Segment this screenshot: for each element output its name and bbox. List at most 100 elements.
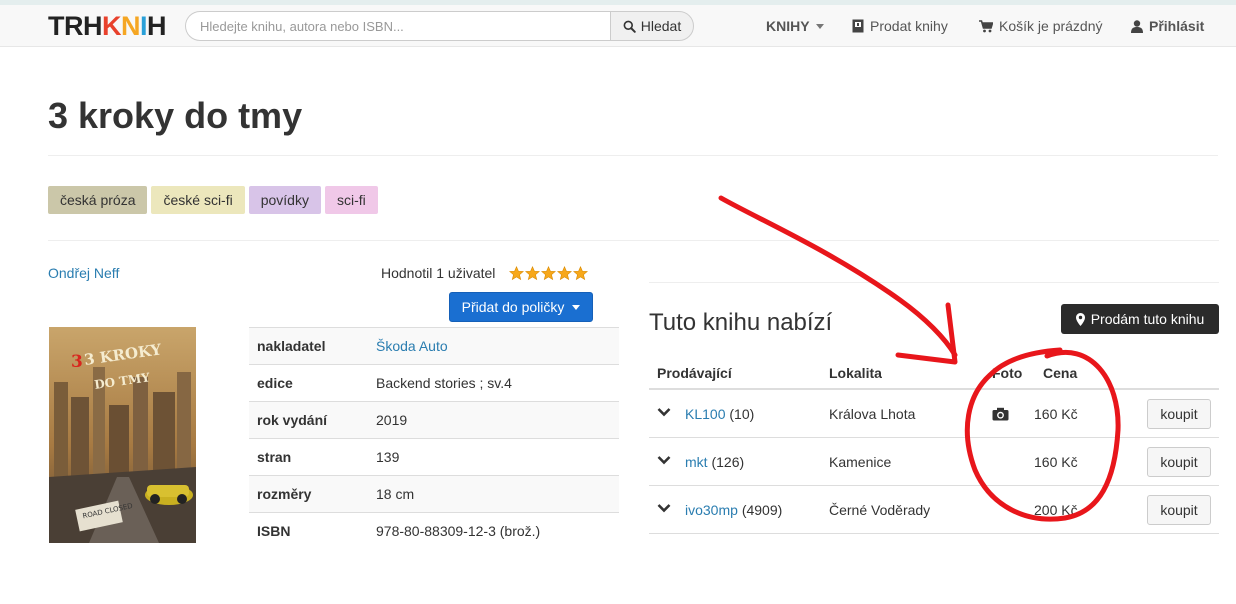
offers-header-row: Prodávající Lokalita Foto Cena [649, 353, 1219, 390]
buy-button[interactable]: koupit [1147, 447, 1211, 477]
detail-value: 2019 [376, 412, 408, 428]
tag-item[interactable]: sci-fi [324, 186, 378, 214]
detail-value: Backend stories ; sv.4 [376, 375, 512, 391]
offers-table: Prodávající Lokalita Foto Cena KL100 (10… [649, 353, 1219, 534]
rating: Hodnotil 1 uživatel [381, 265, 589, 281]
detail-row: stran 139 [249, 438, 619, 476]
star-icon [525, 265, 541, 280]
login-link[interactable]: Přihlásit [1131, 18, 1204, 34]
books-menu[interactable]: KNIHY [766, 18, 824, 34]
seller-count: (4909) [741, 502, 783, 518]
publisher-link[interactable]: Škoda Auto [376, 338, 448, 354]
price-cell: 160 Kč [1034, 406, 1078, 422]
logo-part: K [102, 11, 122, 41]
detail-row: rok vydání 2019 [249, 401, 619, 439]
detail-row: edice Backend stories ; sv.4 [249, 364, 619, 402]
divider [48, 155, 1218, 156]
search-button-label: Hledat [640, 18, 682, 34]
tag-item[interactable]: české sci-fi [151, 186, 245, 214]
tag-list: česká próza české sci-fi povídky sci-fi [48, 186, 378, 214]
price-cell: 160 Kč [1034, 454, 1078, 470]
logo-part: TRH [48, 11, 103, 41]
map-marker-icon [1075, 312, 1085, 326]
detail-key: edice [249, 364, 368, 402]
divider [649, 282, 1219, 283]
star-icon [541, 265, 557, 280]
detail-key: ISBN [249, 512, 368, 550]
seller-cell: KL100 (10) [685, 406, 754, 422]
sell-this-book-label: Prodám tuto knihu [1090, 311, 1205, 327]
add-to-shelf-button[interactable]: Přidat do poličky [449, 292, 593, 322]
detail-row: rozměry 18 cm [249, 475, 619, 513]
offer-row: KL100 (10) Králova Lhota 160 Kč koupit [649, 390, 1219, 438]
star-icon [509, 265, 525, 280]
detail-value: 18 cm [376, 486, 415, 502]
location-cell: Kamenice [829, 454, 892, 470]
search-bar: Hledat [185, 11, 694, 41]
detail-value: 978-80-88309-12-3 (brož.) [376, 523, 541, 540]
cart-label: Košík je prázdný [999, 18, 1103, 34]
detail-value: 139 [376, 449, 400, 465]
chevron-down-icon[interactable] [657, 455, 671, 465]
detail-key: rok vydání [249, 401, 368, 439]
author-link[interactable]: Ondřej Neff [48, 265, 119, 281]
header-price: Cena [1043, 365, 1078, 381]
detail-key: rozměry [249, 475, 368, 513]
detail-key: nakladatel [249, 327, 368, 365]
seller-cell: mkt (126) [685, 454, 744, 470]
book-icon [852, 19, 864, 33]
logo-part: N [121, 11, 141, 41]
star-icon [557, 265, 573, 280]
cart-icon [979, 19, 993, 32]
offers-title: Tuto knihu nabízí [649, 309, 833, 336]
user-icon [1131, 19, 1143, 33]
site-logo[interactable]: TRHKNIH [48, 11, 167, 41]
divider [48, 240, 1219, 241]
page-title: 3 kroky do tmy [48, 95, 303, 136]
header-photo: Foto [992, 365, 1023, 381]
sell-this-book-button[interactable]: Prodám tuto knihu [1061, 304, 1219, 334]
chevron-down-icon[interactable] [657, 407, 671, 417]
offer-row: ivo30mp (4909) Černé Voděrady 200 Kč koupit [649, 486, 1219, 534]
location-cell: Králova Lhota [829, 406, 916, 422]
logo-part: I [140, 11, 148, 41]
sell-books-link[interactable]: Prodat knihy [852, 18, 948, 34]
detail-value-cell: 139 [368, 438, 619, 476]
sell-books-label: Prodat knihy [870, 18, 948, 34]
rating-stars [509, 265, 589, 281]
books-menu-label: KNIHY [766, 18, 810, 34]
search-input[interactable] [185, 11, 612, 41]
login-label: Přihlásit [1149, 18, 1205, 34]
chevron-down-icon[interactable] [657, 503, 671, 513]
add-to-shelf-label: Přidat do poličky [461, 299, 565, 315]
star-icon [573, 265, 589, 280]
detail-value-cell: Backend stories ; sv.4 [368, 364, 619, 402]
detail-value-cell: 2019 [368, 401, 619, 439]
logo-part: H [147, 11, 167, 41]
header-seller: Prodávající [657, 365, 732, 381]
seller-count: (10) [729, 406, 755, 422]
buy-button[interactable]: koupit [1147, 495, 1211, 525]
seller-link[interactable]: mkt [685, 454, 708, 470]
detail-row: nakladatel Škoda Auto [249, 327, 619, 365]
detail-row: ISBN 978-80-88309-12-3 (brož.) [249, 512, 619, 550]
seller-link[interactable]: ivo30mp [685, 502, 738, 518]
book-cover-illustration: ROAD CLOSED 3 3 KROKY DO TMY [49, 327, 196, 543]
rating-text: Hodnotil 1 uživatel [381, 265, 496, 281]
cart-link[interactable]: Košík je prázdný [979, 18, 1103, 34]
buy-button[interactable]: koupit [1147, 399, 1211, 429]
search-button[interactable]: Hledat [610, 11, 694, 41]
seller-link[interactable]: KL100 [685, 406, 725, 422]
tag-item[interactable]: česká próza [48, 186, 148, 214]
tag-item[interactable]: povídky [248, 186, 321, 214]
price-cell: 200 Kč [1034, 502, 1078, 518]
seller-count: (126) [711, 454, 745, 470]
book-cover-image[interactable]: ROAD CLOSED 3 3 KROKY DO TMY [49, 327, 196, 543]
navbar: TRHKNIH Hledat KNIHY Prodat knihy Košík … [0, 5, 1236, 47]
detail-key: stran [249, 438, 368, 476]
detail-value-cell: 18 cm [368, 475, 619, 513]
header-location: Lokalita [829, 365, 882, 381]
caret-down-icon [572, 304, 581, 310]
book-details-table: nakladatel Škoda Auto edice Backend stories… [249, 327, 619, 550]
camera-icon[interactable] [992, 407, 1009, 421]
